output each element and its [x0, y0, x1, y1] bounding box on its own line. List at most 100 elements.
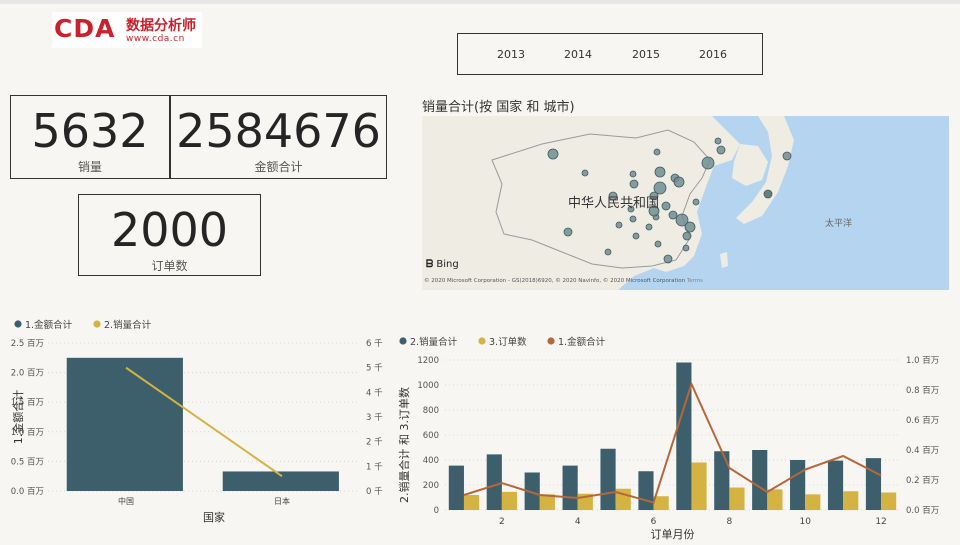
country-chart-x-label: 国家 — [203, 510, 225, 524]
logo-mark: CDA — [54, 14, 116, 43]
city-bubble — [763, 189, 773, 199]
city-bubble — [629, 215, 637, 223]
month-chart-x-tick: 10 — [799, 517, 811, 527]
month-chart-bar-sales — [714, 451, 730, 510]
city-bubble — [692, 198, 700, 206]
city-bubble — [604, 248, 612, 256]
country-chart-y-tick: 0.0 百万 — [11, 487, 44, 497]
month-chart-y-tick: 1200 — [417, 356, 439, 366]
month-chart-y2-tick: 0.8 百万 — [906, 386, 939, 396]
city-bubble — [615, 221, 623, 229]
month-chart-bar-orders — [463, 495, 480, 510]
city-bubble — [653, 148, 661, 156]
month-chart-bar-orders — [691, 462, 707, 510]
city-bubble — [668, 210, 678, 220]
month-chart-y-tick: 600 — [423, 431, 439, 441]
country-chart-y2-tick: 3 千 — [366, 412, 383, 423]
sales-label: 销量 — [77, 160, 102, 174]
month-chart-y-tick: 200 — [423, 481, 439, 491]
country-chart-legend-marker — [93, 320, 101, 328]
city-bubble — [563, 227, 573, 237]
sales-map[interactable]: 中华人民共和国 太平洋 ᗷ Bing © 2020 Microsoft Corp… — [422, 116, 949, 290]
month-chart-y-tick: 800 — [423, 406, 439, 416]
month-chart-x-tick: 12 — [875, 517, 886, 527]
map-terms-link[interactable]: Terms — [687, 278, 703, 284]
month-chart-bar-sales — [827, 460, 844, 510]
country-chart-y2-tick: 2 千 — [366, 437, 383, 448]
country-chart-legend-label: 1.金额合计 — [25, 319, 73, 331]
month-chart-legend-label: 2.销量合计 — [410, 336, 458, 348]
month-chart-y-tick: 400 — [423, 456, 439, 466]
country-chart-bar — [66, 357, 183, 491]
country-chart-y2-tick: 6 千 — [366, 338, 383, 349]
city-bubble — [782, 151, 792, 161]
month-chart[interactable]: 2.销量合计 3.订单数 1.金额合计 0 200 400 600 800 1000 1200 0.… — [395, 330, 960, 545]
month-chart-bar-sales — [448, 465, 464, 510]
slicer-item-2015[interactable]: 2015 — [632, 48, 660, 61]
city-bubble — [581, 169, 589, 177]
orders-label: 订单数 — [151, 259, 188, 273]
map-canvas[interactable] — [422, 116, 949, 290]
country-chart-y-tick: 0.5 百万 — [11, 457, 44, 467]
month-chart-x-label: 订单月份 — [651, 528, 695, 541]
city-bubble — [661, 201, 671, 211]
map-copyright-text: © 2020 Microsoft Corporation - GS(2018)6… — [424, 278, 686, 284]
month-chart-x-tick: 8 — [727, 517, 733, 527]
month-chart-bar-sales — [752, 450, 768, 510]
city-bubble — [673, 176, 685, 188]
amount-card[interactable]: 2584676 金额合计 — [170, 95, 387, 179]
city-bubble — [629, 170, 637, 178]
month-chart-y2-tick: 0.4 百万 — [906, 446, 939, 456]
month-chart-x-tick: 4 — [575, 517, 581, 527]
city-bubble — [645, 223, 653, 231]
city-bubble — [714, 137, 722, 145]
month-chart-legend-label: 3.订单数 — [489, 336, 527, 348]
bing-icon: ᗷ — [426, 259, 434, 270]
city-bubble — [547, 148, 559, 160]
month-chart-y-tick: 0 — [434, 506, 439, 516]
month-chart-y-label: 2.销量合计 和 3.订单数 — [397, 387, 411, 503]
bing-logo: ᗷ Bing — [426, 259, 459, 270]
year-slicer[interactable]: 2013 2014 2015 2016 — [457, 33, 763, 75]
city-bubble — [654, 240, 662, 248]
month-chart-y2-tick: 0.6 百万 — [906, 416, 939, 426]
slicer-item-2013[interactable]: 2013 — [497, 48, 525, 61]
month-chart-bar-orders — [729, 487, 745, 510]
country-chart-x-tick: 中国 — [118, 496, 134, 506]
country-chart[interactable]: 1.金额合计 2.销量合计0.0 百万0.5 百万1.0 百万1.5 百万2.0 … — [0, 315, 400, 545]
city-bubble — [654, 166, 666, 178]
top-border — [0, 0, 960, 4]
city-bubble — [716, 145, 726, 155]
month-chart-bar-orders — [501, 491, 518, 510]
sales-card[interactable]: 5632 销量 — [10, 95, 170, 179]
slicer-item-2014[interactable]: 2014 — [564, 48, 592, 61]
month-chart-bar-orders — [881, 492, 897, 510]
month-chart-bar-sales — [562, 465, 578, 510]
map-copyright: © 2020 Microsoft Corporation - GS(2018)6… — [424, 278, 703, 284]
month-chart-bar-orders — [843, 491, 859, 510]
month-chart-bar-sales — [638, 471, 654, 510]
month-chart-x-tick: 6 — [651, 517, 657, 527]
city-bubble — [632, 232, 640, 240]
month-chart-bar-sales — [676, 362, 692, 510]
map-country-label: 中华人民共和国 — [568, 196, 660, 211]
month-chart-y2-tick: 0.2 百万 — [906, 476, 939, 486]
slicer-item-2016[interactable]: 2016 — [699, 48, 727, 61]
country-chart-x-tick: 日本 — [274, 496, 290, 506]
city-bubble — [682, 244, 690, 252]
map-title: 销量合计(按 国家 和 城市) — [422, 100, 575, 115]
country-chart-legend-label: 2.销量合计 — [104, 319, 152, 331]
month-chart-legend-marker — [399, 337, 407, 345]
city-bubble — [701, 156, 715, 170]
logo-url: www.cda.cn — [126, 34, 185, 44]
month-chart-y-tick: 1000 — [417, 381, 439, 391]
city-bubble — [629, 179, 639, 189]
city-bubble — [663, 254, 673, 264]
country-chart-y2-tick: 1 千 — [366, 461, 383, 472]
orders-card[interactable]: 2000 订单数 — [78, 194, 261, 276]
month-chart-bar-orders — [767, 489, 783, 510]
map-ocean-label: 太平洋 — [825, 219, 853, 229]
month-chart-legend-marker — [547, 337, 555, 345]
city-bubble — [682, 231, 692, 241]
country-chart-y2-tick: 5 千 — [366, 363, 383, 374]
